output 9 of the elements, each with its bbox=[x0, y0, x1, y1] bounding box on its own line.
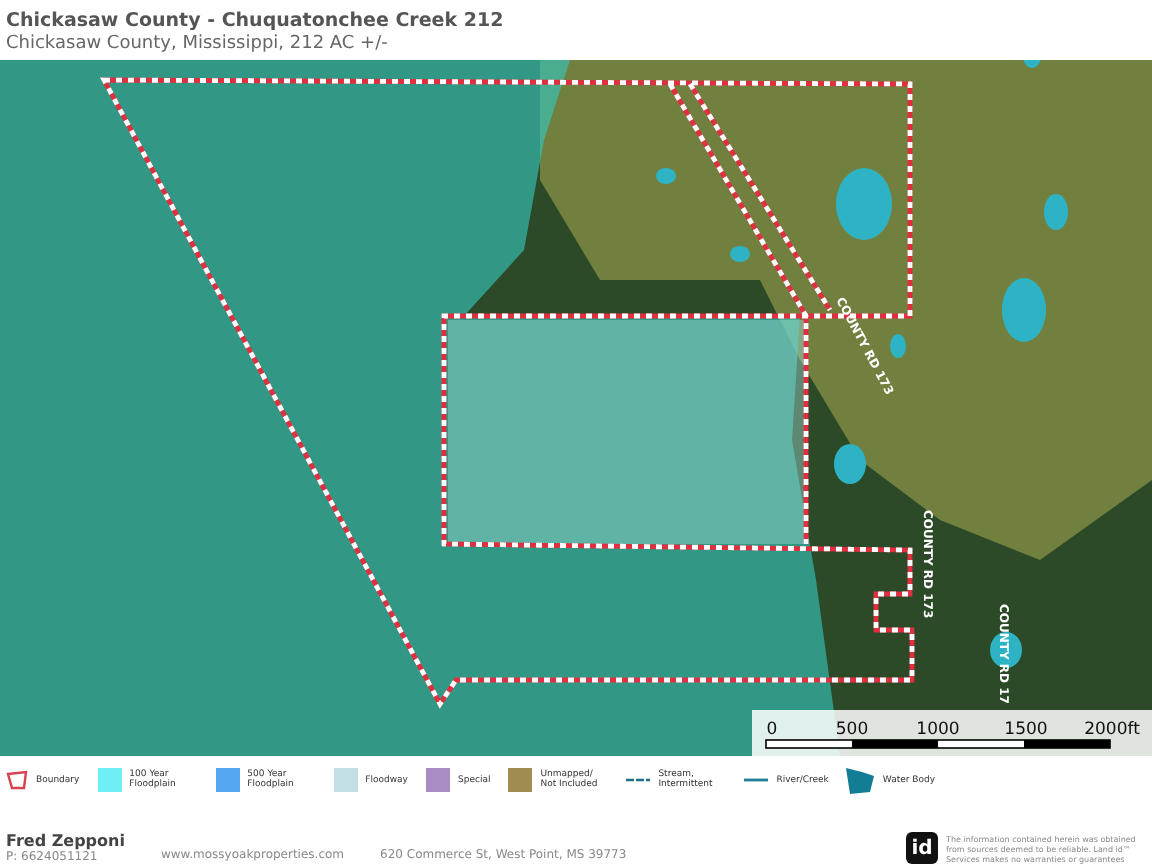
scale-label: 0 bbox=[766, 720, 778, 740]
scale-label: 1000 bbox=[916, 720, 960, 740]
scale-label: 1500 bbox=[1004, 720, 1048, 740]
map-subtitle: Chickasaw County, Mississippi, 212 AC +/- bbox=[6, 32, 390, 56]
scale-label: 500 bbox=[835, 720, 869, 740]
scale-label: 2000ft bbox=[1084, 720, 1140, 740]
agent-name: Fred Zepponi bbox=[6, 832, 125, 850]
brand-logo: id bbox=[906, 832, 938, 864]
map-title: Chickasaw County - Chuquatonchee Creek 212 bbox=[6, 10, 506, 32]
